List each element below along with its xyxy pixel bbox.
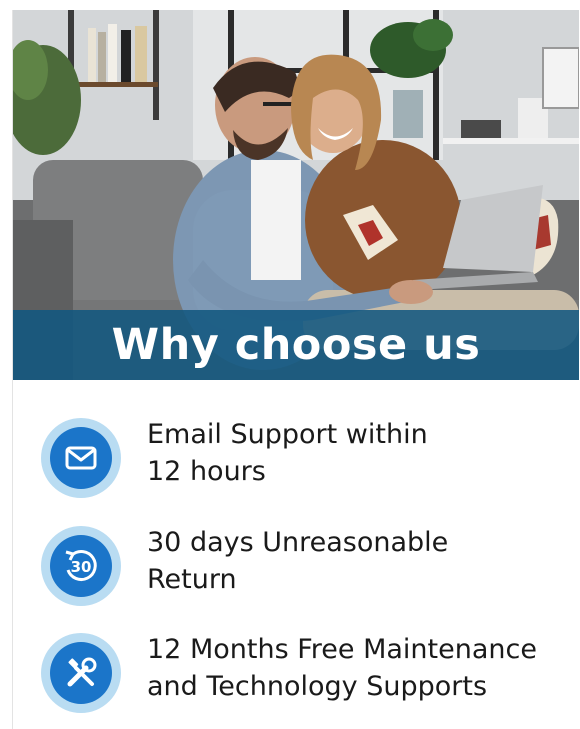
maintenance-tools-icon: [50, 642, 112, 704]
maintenance-icon-ring: [41, 633, 121, 713]
feature-line-1: 12 Months Free Maintenance: [147, 634, 537, 665]
email-icon-ring: [41, 418, 121, 498]
hero-photo: Why choose us: [13, 10, 579, 380]
feature-email-support: Email Support within 12 hours: [13, 410, 579, 500]
feature-text: 12 Months Free Maintenance and Technolog…: [147, 631, 572, 705]
page-title: Why choose us: [111, 320, 481, 370]
return-30-days-icon: 30: [50, 535, 112, 597]
email-icon: [50, 427, 112, 489]
feature-text: Email Support within 12 hours: [147, 416, 572, 490]
feature-return: 30 30 days Unreasonable Return: [13, 518, 579, 608]
hero-banner: Why choose us: [13, 310, 579, 380]
feature-line-1: 30 days Unreasonable: [147, 527, 449, 558]
why-choose-us-card: Why choose us Email Support within 12 ho…: [12, 10, 579, 729]
feature-line-1: Email Support within: [147, 419, 428, 450]
feature-line-2: Return: [147, 564, 237, 595]
feature-maintenance: 12 Months Free Maintenance and Technolog…: [13, 625, 579, 715]
feature-line-2: 12 hours: [147, 456, 266, 487]
feature-line-2: and Technology Supports: [147, 671, 488, 702]
return-icon-ring: 30: [41, 526, 121, 606]
return-icon-label: 30: [71, 558, 92, 576]
feature-text: 30 days Unreasonable Return: [147, 524, 572, 598]
